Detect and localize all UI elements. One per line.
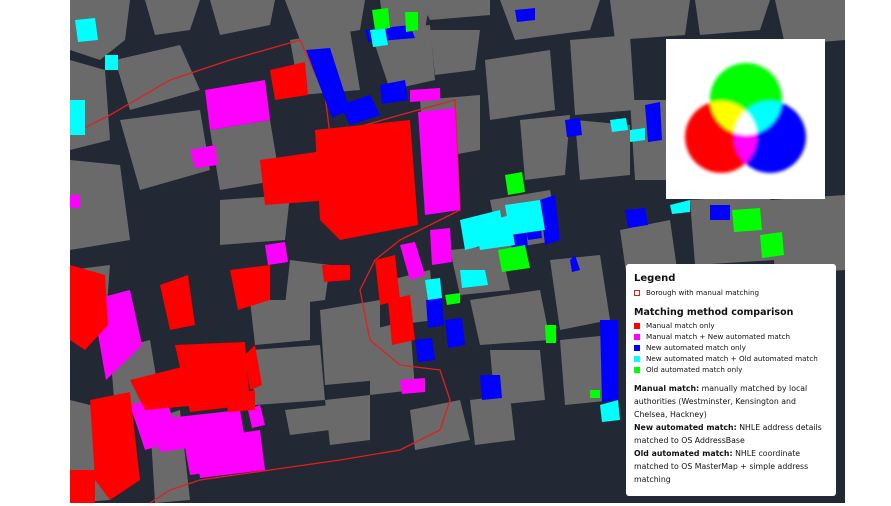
swatch-new-old	[634, 355, 640, 362]
swatch-manual-new	[634, 333, 640, 340]
legend-item-label: Old automated match only	[646, 365, 743, 374]
note-manual: Manual match: manually matched by local …	[634, 382, 828, 421]
legend-item-label: Manual match + New automated match	[646, 332, 791, 341]
note-old-automated: Old automated match: NHLE coordinate mat…	[634, 447, 828, 486]
note-term: Manual match:	[634, 384, 700, 393]
swatch-manual-only	[634, 322, 640, 329]
boundary-swatch	[634, 289, 640, 296]
legend-item: New automated match only	[634, 342, 828, 353]
legend-panel: Legend Borough with manual matching Matc…	[626, 264, 836, 496]
legend-title: Legend	[634, 273, 676, 284]
legend-boundary-row: Borough with manual matching	[634, 287, 828, 298]
legend-item: Manual match only	[634, 320, 828, 331]
legend-item: New automated match + Old automated matc…	[634, 353, 828, 364]
legend-item-label: Manual match only	[646, 321, 715, 330]
legend-item-label: New automated match only	[646, 343, 746, 352]
note-term: New automated match:	[634, 423, 737, 432]
legend-item: Old automated match only	[634, 364, 828, 375]
color-venn-diagram	[666, 39, 825, 199]
swatch-new-only	[634, 344, 640, 351]
legend-item: Manual match + New automated match	[634, 331, 828, 342]
swatch-old-only	[634, 366, 640, 373]
comparison-title: Matching method comparison	[634, 307, 794, 318]
legend-item-label: New automated match + Old automated matc…	[646, 354, 818, 363]
note-new-automated: New automated match: NHLE address detail…	[634, 421, 828, 447]
venn-blue-circle	[734, 101, 806, 173]
note-term: Old automated match:	[634, 449, 733, 458]
legend-boundary-label: Borough with manual matching	[646, 288, 760, 297]
venn-svg	[685, 63, 806, 173]
